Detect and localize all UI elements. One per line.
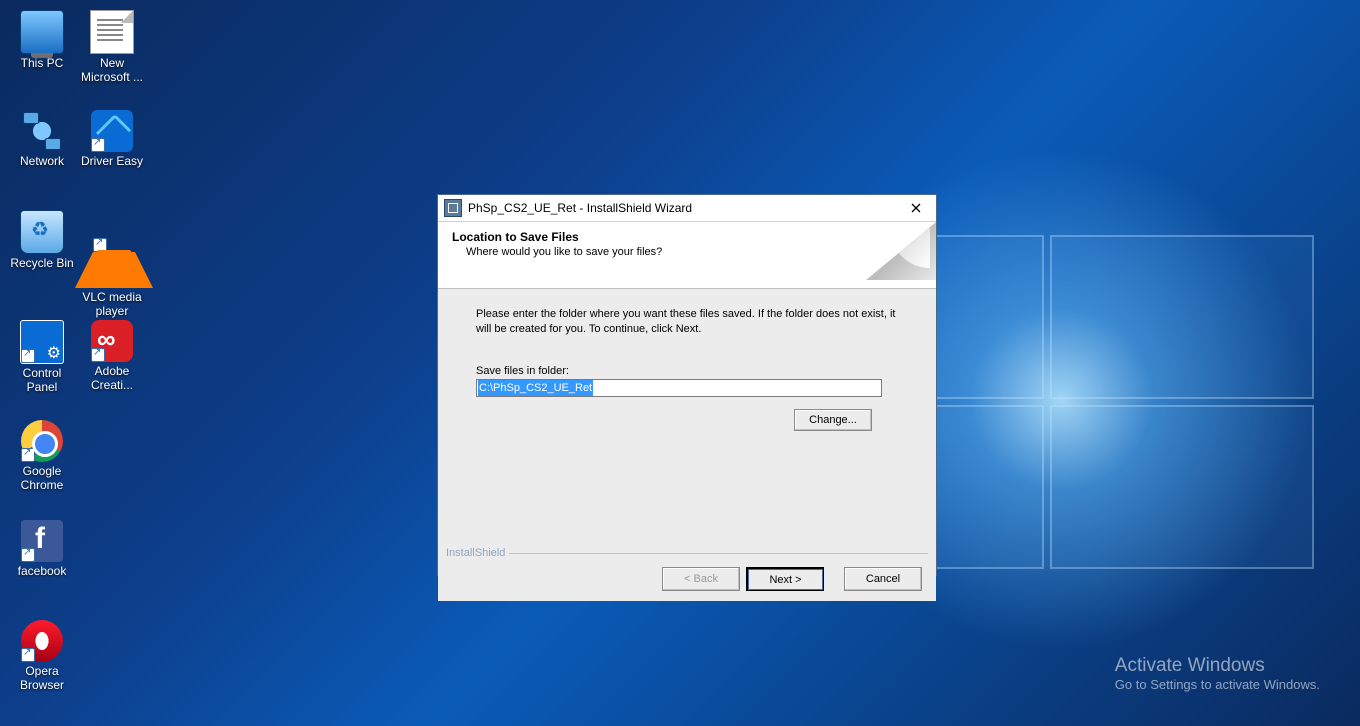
folder-label: Save files in folder: xyxy=(476,365,912,377)
shortcut-arrow-icon xyxy=(93,238,107,252)
desktop-icon-adobe-cc[interactable]: Adobe Creati... xyxy=(75,320,149,392)
desktop-icon-control-panel[interactable]: Control Panel xyxy=(5,320,79,394)
header-subtitle: Where would you like to save your files? xyxy=(466,246,922,258)
watermark-subtitle: Go to Settings to activate Windows. xyxy=(1115,677,1320,692)
shortcut-arrow-icon xyxy=(21,648,35,662)
dialog-body: Please enter the folder where you want t… xyxy=(438,289,936,559)
facebook-icon xyxy=(21,520,63,562)
footer-rule xyxy=(446,553,928,554)
desktop-icon-label: This PC xyxy=(5,56,79,70)
desktop-icon-recycle-bin[interactable]: Recycle Bin xyxy=(5,210,79,270)
installer-icon xyxy=(444,199,462,217)
desktop-icon-label: Control Panel xyxy=(5,366,79,394)
shortcut-arrow-icon xyxy=(21,448,35,462)
desktop-icon-label: Google Chrome xyxy=(5,464,79,492)
header-title: Location to Save Files xyxy=(452,230,922,244)
new-microsoft-icon xyxy=(90,10,134,54)
dialog-title: PhSp_CS2_UE_Ret - InstallShield Wizard xyxy=(468,201,692,215)
desktop-icon-label: Adobe Creati... xyxy=(75,364,149,392)
shortcut-arrow-icon xyxy=(91,348,105,362)
desktop-icon-google-chrome[interactable]: Google Chrome xyxy=(5,420,79,492)
watermark-title: Activate Windows xyxy=(1115,655,1320,677)
desktop-icon-driver-easy[interactable]: Driver Easy xyxy=(75,110,149,168)
back-button: < Back xyxy=(662,567,740,591)
desktop-icon-opera[interactable]: Opera Browser xyxy=(5,620,79,692)
activate-windows-watermark: Activate Windows Go to Settings to activ… xyxy=(1115,655,1320,692)
driver-easy-icon xyxy=(91,110,133,152)
close-icon xyxy=(911,203,921,213)
shortcut-arrow-icon xyxy=(21,548,35,562)
network-icon xyxy=(21,110,63,152)
close-button[interactable] xyxy=(896,195,936,221)
recycle-bin-icon xyxy=(20,210,64,254)
desktop-icon-label: Recycle Bin xyxy=(5,256,79,270)
desktop-icon-network[interactable]: Network xyxy=(5,110,79,168)
shortcut-arrow-icon xyxy=(21,349,35,363)
dialog-titlebar[interactable]: PhSp_CS2_UE_Ret - InstallShield Wizard xyxy=(438,195,936,222)
desktop-icon-facebook[interactable]: facebook xyxy=(5,520,79,578)
wallpaper-pane xyxy=(1050,235,1314,399)
desktop-icon-vlc[interactable]: VLC media player xyxy=(75,210,149,318)
desktop-icon-label: Opera Browser xyxy=(5,664,79,692)
folder-input-value: C:\PhSp_CS2_UE_Ret xyxy=(478,380,593,396)
cancel-button[interactable]: Cancel xyxy=(844,567,922,591)
google-chrome-icon xyxy=(21,420,63,462)
folder-input[interactable]: C:\PhSp_CS2_UE_Ret xyxy=(476,379,882,397)
opera-icon xyxy=(21,620,63,662)
change-button[interactable]: Change... xyxy=(794,409,872,431)
vlc-icon xyxy=(75,210,153,288)
shortcut-arrow-icon xyxy=(91,138,105,152)
dialog-header: Location to Save Files Where would you l… xyxy=(438,222,936,289)
desktop-icon-label: Network xyxy=(5,154,79,168)
desktop-icon-label: VLC media player xyxy=(75,290,149,318)
instructions-text: Please enter the folder where you want t… xyxy=(476,307,912,337)
desktop-icon-label: Driver Easy xyxy=(75,154,149,168)
wallpaper-pane xyxy=(1050,405,1314,569)
dialog-footer: InstallShield < Back Next > Cancel xyxy=(438,559,936,601)
desktop-icon-new-microsoft[interactable]: New Microsoft ... xyxy=(75,10,149,84)
this-pc-icon xyxy=(20,10,64,54)
installshield-dialog: PhSp_CS2_UE_Ret - InstallShield Wizard L… xyxy=(437,194,937,576)
adobe-cc-icon xyxy=(91,320,133,362)
control-panel-icon xyxy=(20,320,64,364)
next-button[interactable]: Next > xyxy=(746,567,824,591)
installshield-brand: InstallShield xyxy=(446,547,509,559)
desktop-icon-label: New Microsoft ... xyxy=(75,56,149,84)
desktop-icon-label: facebook xyxy=(5,564,79,578)
desktop-icon-this-pc[interactable]: This PC xyxy=(5,10,79,70)
